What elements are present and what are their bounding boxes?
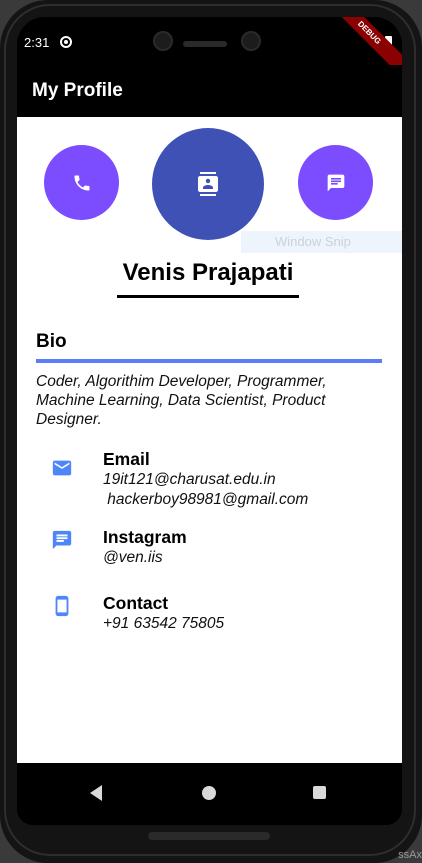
instagram-row: Instagram @ven.iis	[17, 527, 402, 569]
app-bar: My Profile	[17, 65, 402, 117]
instagram-handle[interactable]: @ven.iis	[103, 549, 163, 567]
status-time: 2:31	[24, 35, 50, 50]
bio-heading: Bio	[36, 331, 67, 352]
name-underline	[117, 295, 299, 298]
window-snip-label: Window Snip	[275, 234, 351, 249]
profile-name: Venis Prajapati	[122, 259, 294, 286]
earpiece-speaker	[183, 41, 227, 47]
front-camera-icon	[153, 31, 173, 51]
bio-divider	[36, 359, 382, 363]
camera-notch	[137, 17, 277, 65]
page-title: My Profile	[32, 80, 123, 101]
contact-card-icon	[198, 172, 218, 196]
device-screen: 2:31 DEBUG My Profile Window Snip Venis …	[17, 17, 402, 825]
cast-icon	[60, 36, 72, 48]
email-value-primary[interactable]: 19it121@charusat.edu.in	[103, 471, 276, 489]
chat-icon	[327, 174, 344, 191]
contact-button[interactable]	[152, 128, 264, 240]
back-icon[interactable]	[90, 785, 102, 801]
phone-icon	[74, 175, 89, 190]
contact-label: Contact	[103, 593, 169, 613]
contact-number[interactable]: +91 63542 75805	[103, 615, 224, 633]
background-window-text: ssAx	[398, 849, 422, 861]
email-icon	[52, 460, 72, 476]
instagram-label: Instagram	[103, 527, 187, 547]
sensor-icon	[241, 31, 261, 51]
message-button[interactable]	[298, 145, 373, 220]
bottom-speaker-grille	[148, 832, 270, 840]
bio-text: Coder, Algorithim Developer, Programmer,…	[36, 373, 327, 428]
home-icon[interactable]	[202, 786, 216, 800]
call-button[interactable]	[44, 145, 119, 220]
window-snip-overlay: Window Snip	[241, 231, 402, 253]
status-bar: 2:31 DEBUG	[17, 17, 402, 78]
phone-frame: 2:31 DEBUG My Profile Window Snip Venis …	[0, 0, 422, 863]
contact-row: Contact +91 63542 75805	[17, 593, 402, 635]
email-label: Email	[103, 449, 150, 469]
email-value-secondary[interactable]: hackerboy98981@gmail.com	[103, 491, 308, 509]
recent-apps-icon[interactable]	[313, 786, 326, 799]
smartphone-icon	[55, 595, 69, 617]
email-row: Email 19it121@charusat.edu.in hackerboy9…	[17, 449, 402, 511]
instagram-chat-icon	[52, 530, 72, 550]
system-nav-bar	[17, 763, 402, 825]
profile-content: Window Snip Venis Prajapati Bio Coder, A…	[17, 117, 402, 763]
